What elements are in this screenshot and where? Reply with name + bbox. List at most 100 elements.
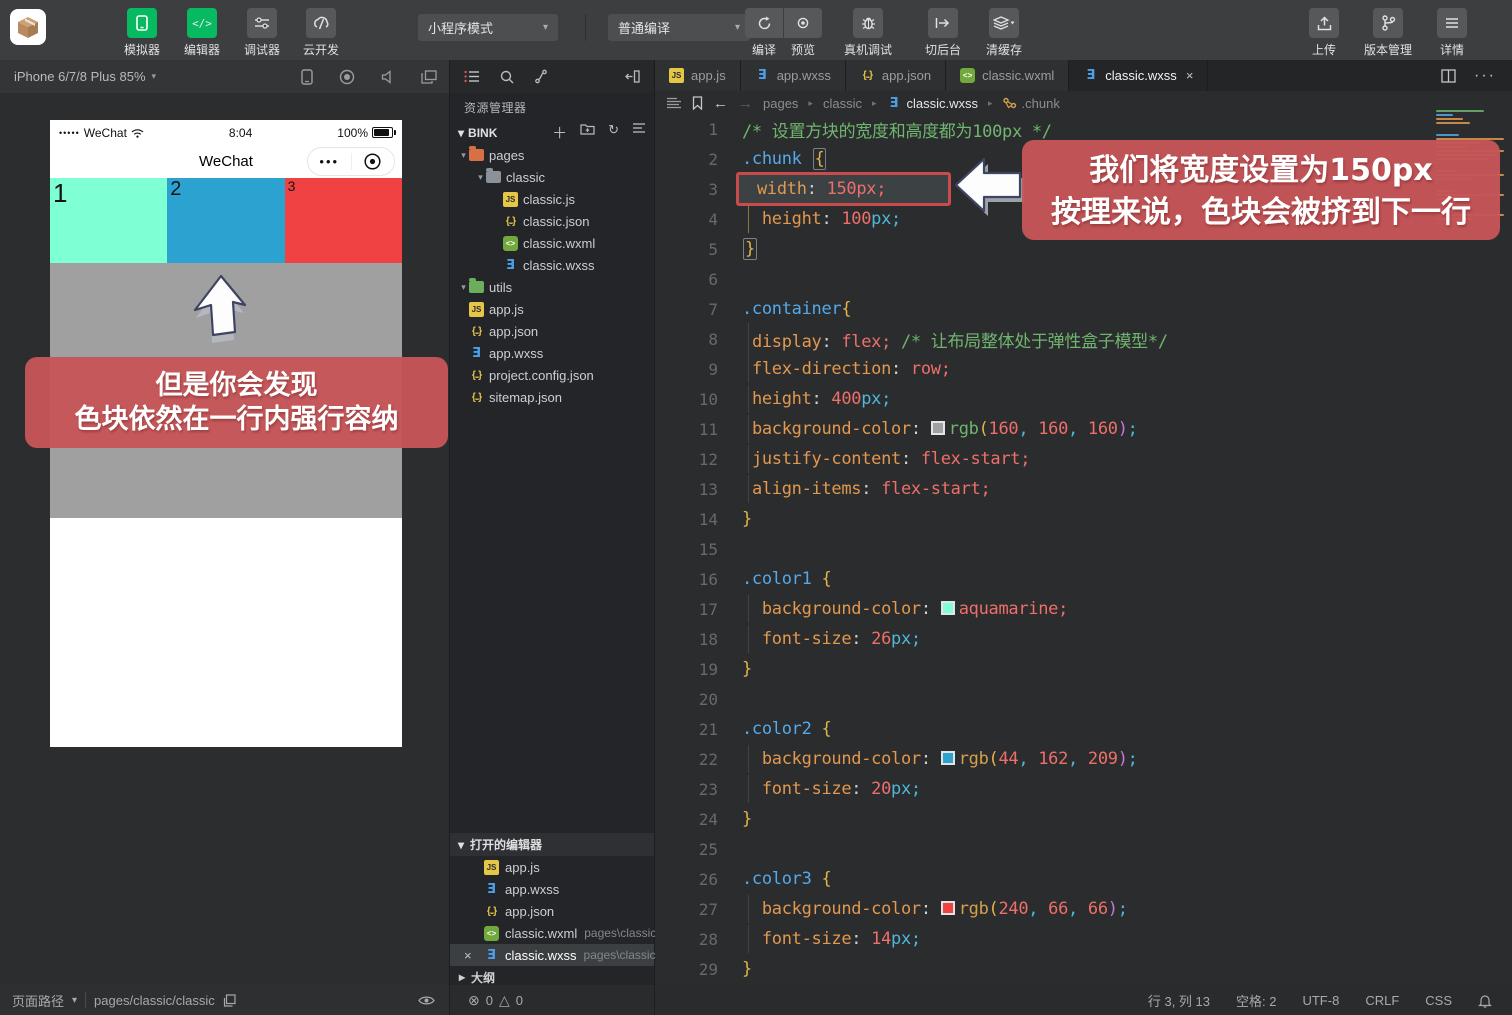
code-line-26[interactable]: 26 .color3 {	[655, 864, 1512, 894]
code-line-6[interactable]: 6	[655, 264, 1512, 294]
new-file-icon[interactable]: ＋	[552, 122, 567, 143]
tree-item-classic.wxml[interactable]: <> classic.wxml	[450, 232, 654, 254]
code-line-18[interactable]: 18 font-size: 26px;	[655, 624, 1512, 654]
tree-item-classic.wxss[interactable]: Ǝclassic.wxss	[450, 254, 654, 276]
details-button[interactable]: 详情	[1425, 8, 1479, 58]
color-swatch[interactable]	[930, 421, 945, 435]
toolbar-debugger-button[interactable]: 调试器	[234, 8, 290, 58]
code-line-24[interactable]: 24}	[655, 804, 1512, 834]
app-logo[interactable]	[10, 9, 46, 45]
code-line-10[interactable]: 10 height: 400px;	[655, 384, 1512, 414]
code-line-22[interactable]: 22 background-color: rgb(44, 162, 209);	[655, 744, 1512, 774]
tree-item-pages[interactable]: ▾ pages	[450, 144, 654, 166]
search-icon[interactable]	[500, 70, 514, 84]
toolbar-simulator-button[interactable]: 模拟器	[114, 8, 170, 58]
more-dots-icon[interactable]: •••	[308, 154, 351, 169]
tree-item-classic[interactable]: ▾ classic	[450, 166, 654, 188]
record-icon[interactable]	[339, 69, 355, 85]
more-actions-icon[interactable]: ···	[1474, 67, 1496, 85]
upload-button[interactable]: 上传	[1297, 8, 1351, 58]
expand-arrow[interactable]: ▾	[458, 126, 464, 140]
close-icon[interactable]: ×	[1186, 68, 1194, 83]
toolbar-clouddev-button[interactable]: 云开发	[293, 8, 349, 58]
code-line-28[interactable]: 28 font-size: 14px;	[655, 924, 1512, 954]
breadcrumb-classic[interactable]: classic	[823, 96, 862, 111]
language-mode[interactable]: CSS	[1425, 993, 1452, 1008]
explorer-list-icon[interactable]	[464, 70, 480, 83]
tree-item-classic.json[interactable]: {..} classic.json	[450, 210, 654, 232]
tab-classic.wxss[interactable]: Ǝclassic.wxss ×	[1069, 60, 1209, 91]
code-area[interactable]: 1 /* 设置方块的宽度和高度都为100px */ 2 .chunk {3 width:…	[655, 114, 1512, 980]
code-line-15[interactable]: 15	[655, 534, 1512, 564]
code-line-27[interactable]: 27 background-color: rgb(240, 66, 66);	[655, 894, 1512, 924]
color-swatch[interactable]	[940, 601, 955, 615]
open-editor-app.json[interactable]: {..} app.json	[450, 900, 654, 922]
code-line-9[interactable]: 9 flex-direction: row;	[655, 354, 1512, 384]
collapse-arrow[interactable]: ▸	[459, 970, 465, 984]
copy-icon[interactable]	[223, 993, 236, 1007]
rotate-device-icon[interactable]	[301, 68, 313, 85]
breadcrumb-symbol[interactable]: .chunk	[1002, 96, 1060, 111]
breadcrumb-file[interactable]: Ǝclassic.wxss	[887, 96, 978, 111]
code-line-16[interactable]: 16 .color1 {	[655, 564, 1512, 594]
code-line-17[interactable]: 17 background-color: aquamarine;	[655, 594, 1512, 624]
code-line-25[interactable]: 25	[655, 834, 1512, 864]
device-debug-button[interactable]: 真机调试	[844, 8, 892, 58]
code-line-29[interactable]: 29}	[655, 954, 1512, 984]
project-root-row[interactable]: ▾ BINK ＋ ↻	[450, 121, 654, 144]
clear-cache-button[interactable]: 清缓存	[980, 8, 1028, 58]
capsule-menu[interactable]: •••	[307, 147, 395, 176]
toolbar-editor-button[interactable]: </> 编辑器	[174, 8, 230, 58]
version-control-button[interactable]: 版本管理	[1354, 8, 1422, 58]
refresh-icon[interactable]: ↻	[608, 122, 619, 143]
line-list-icon[interactable]	[667, 97, 682, 109]
problems-indicator[interactable]: ⊗ 0 △ 0	[450, 985, 655, 1015]
code-line-14[interactable]: 14}	[655, 504, 1512, 534]
compile-mode-dropdown[interactable]: 普通编译 ▾	[608, 14, 750, 41]
cursor-position[interactable]: 行 3, 列 13	[1148, 991, 1210, 1010]
expand-arrow[interactable]: ▾	[458, 838, 464, 852]
open-editors-header[interactable]: ▾ 打开的编辑器	[450, 833, 654, 856]
close-icon[interactable]: ×	[464, 948, 472, 963]
encoding[interactable]: UTF-8	[1302, 993, 1339, 1008]
tab-classic.wxml[interactable]: <> classic.wxml	[946, 60, 1070, 91]
compile-button[interactable]: 编译	[745, 8, 783, 58]
tree-item-utils[interactable]: ▾ utils	[450, 276, 654, 298]
tree-item-sitemap.json[interactable]: {..} sitemap.json	[450, 386, 654, 408]
open-editor-app.js[interactable]: JS app.js	[450, 856, 654, 878]
tree-item-classic.js[interactable]: JS classic.js	[450, 188, 654, 210]
open-editor-classic.wxml[interactable]: <> classic.wxml pages\classic	[450, 922, 656, 944]
collapse-all-icon[interactable]	[632, 122, 646, 143]
code-line-19[interactable]: 19}	[655, 654, 1512, 684]
new-folder-icon[interactable]	[580, 122, 595, 143]
sound-icon[interactable]	[381, 69, 395, 84]
tree-item-app.json[interactable]: {..} app.json	[450, 320, 654, 342]
color-swatch[interactable]	[940, 901, 955, 915]
open-editor-classic.wxss[interactable]: × Ǝclassic.wxss pages\classic	[450, 944, 656, 966]
tab-app.json[interactable]: {..} app.json	[845, 60, 947, 91]
split-editor-icon[interactable]	[1441, 68, 1456, 83]
tree-item-app.wxss[interactable]: Ǝapp.wxss	[450, 342, 654, 364]
device-selector[interactable]: iPhone 6/7/8 Plus 85%	[14, 69, 146, 84]
page-path-value[interactable]: pages/classic/classic	[94, 993, 215, 1008]
preview-button[interactable]: 预览	[784, 8, 822, 58]
navigate-forward-icon[interactable]: →	[738, 95, 753, 112]
tree-item-app.js[interactable]: JS app.js	[450, 298, 654, 320]
navigate-back-icon[interactable]: ←	[713, 95, 728, 112]
code-line-20[interactable]: 20	[655, 684, 1512, 714]
tab-app.wxss[interactable]: Ǝapp.wxss	[740, 60, 846, 91]
open-editor-app.wxss[interactable]: Ǝapp.wxss	[450, 878, 654, 900]
code-line-8[interactable]: 8 display: flex; /* 让布局整体处于弹性盒子模型*/	[655, 322, 1512, 356]
code-line-7[interactable]: 7 .container{	[655, 294, 1512, 324]
code-line-12[interactable]: 12 justify-content: flex-start;	[655, 444, 1512, 474]
code-line-13[interactable]: 13 align-items: flex-start;	[655, 474, 1512, 504]
tab-app.js[interactable]: JS app.js	[655, 60, 741, 91]
indent-setting[interactable]: 空格: 2	[1236, 991, 1276, 1010]
breadcrumb-pages[interactable]: pages	[763, 96, 798, 111]
collapse-sidebar-icon[interactable]	[625, 70, 640, 83]
git-icon[interactable]	[534, 69, 548, 84]
code-line-11[interactable]: 11 background-color: rgb(160, 160, 160);	[655, 414, 1512, 444]
page-path-selector[interactable]: 页面路径	[12, 991, 64, 1010]
separate-window-icon[interactable]	[421, 69, 437, 84]
eye-icon[interactable]	[418, 995, 435, 1006]
